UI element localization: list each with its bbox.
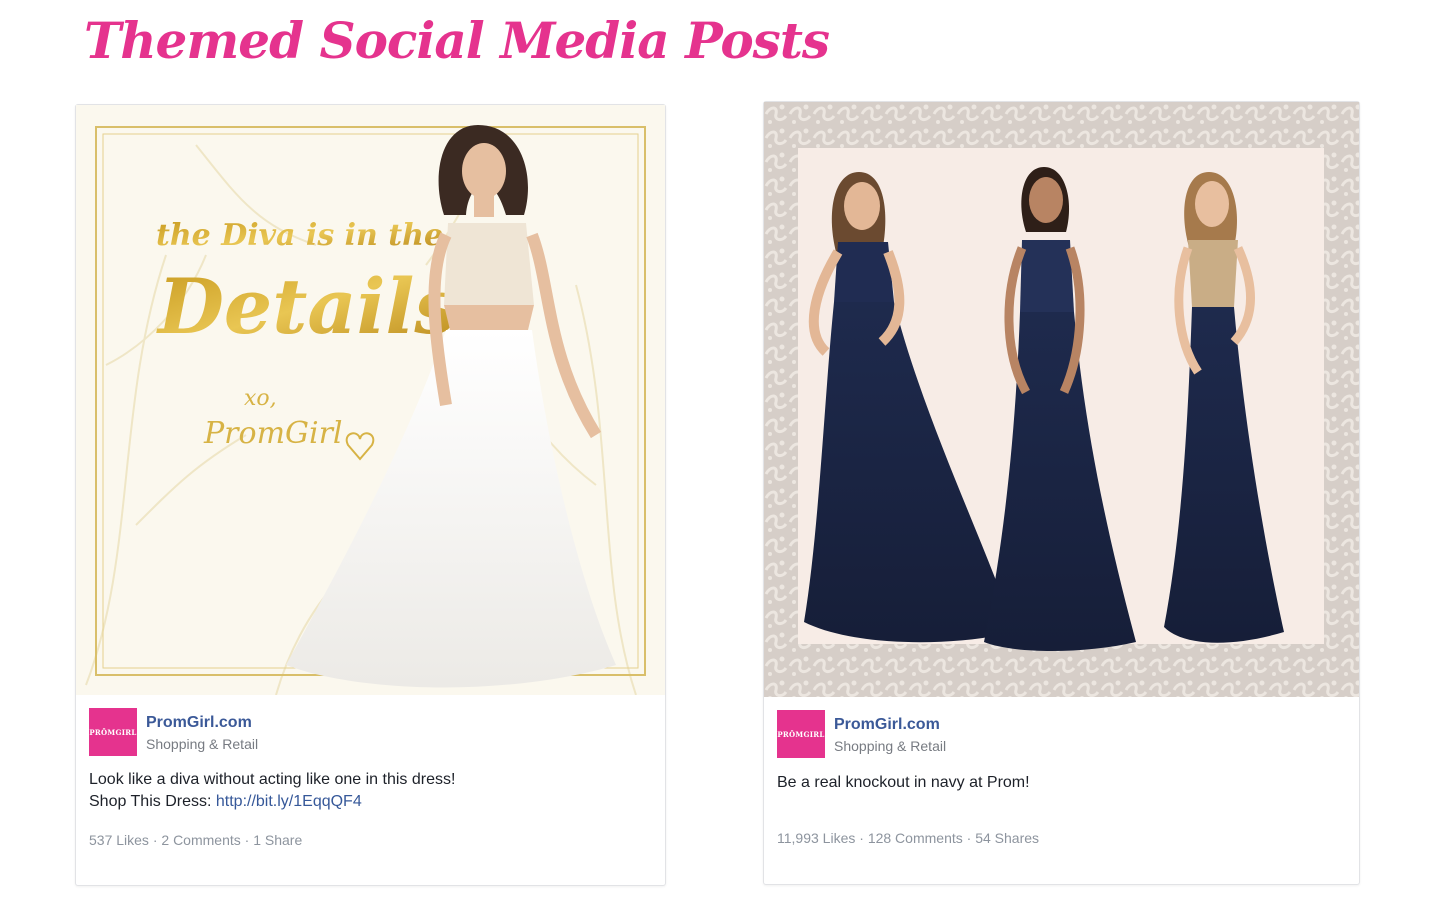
image-title-line1: the Diva is in the (156, 218, 443, 253)
social-post-card: the Diva is in the Details xo, PromGirl … (75, 104, 666, 886)
separator: · (962, 830, 976, 846)
separator: · (240, 832, 254, 848)
post-stats: 11,993 Likes · 128 Comments · 54 Shares (777, 830, 1039, 846)
post-text-line1: Look like a diva without acting like one… (89, 771, 456, 788)
image-signature: PromGirl (203, 416, 343, 451)
page-category: Shopping & Retail (834, 738, 947, 754)
page-category: Shopping & Retail (146, 736, 259, 752)
image-signoff: xo, (244, 386, 277, 411)
social-post-card: PRŌMGIRL PromGirl.com Shopping & Retail … (763, 101, 1360, 885)
shares-count[interactable]: 1 Share (253, 832, 302, 848)
page-avatar[interactable]: PRŌMGIRL (89, 708, 137, 756)
post-body: Be a real knockout in navy at Prom! (777, 772, 1030, 794)
separator: · (855, 830, 868, 846)
post-text-line1: Be a real knockout in navy at Prom! (777, 774, 1030, 791)
comments-count[interactable]: 2 Comments (161, 832, 240, 848)
likes-count[interactable]: 537 Likes (89, 832, 149, 848)
post-stats: 537 Likes · 2 Comments · 1 Share (89, 832, 302, 848)
shares-count[interactable]: 54 Shares (975, 830, 1039, 846)
page-avatar[interactable]: PRŌMGIRL (777, 710, 825, 758)
comments-count[interactable]: 128 Comments (868, 830, 963, 846)
page-name-link[interactable]: PromGirl.com (834, 716, 940, 734)
separator: · (148, 832, 162, 848)
page-title: Themed Social Media Posts (84, 11, 830, 70)
image-title-line2: Details (156, 262, 457, 351)
post-text-line2: Shop This Dress: (89, 793, 216, 810)
post-image[interactable] (764, 102, 1359, 697)
likes-count[interactable]: 11,993 Likes (777, 830, 855, 846)
post-body: Look like a diva without acting like one… (89, 769, 455, 813)
post-image[interactable]: the Diva is in the Details xo, PromGirl (76, 105, 665, 695)
page-name-link[interactable]: PromGirl.com (146, 714, 252, 732)
post-link[interactable]: http://bit.ly/1EqqQF4 (216, 793, 362, 810)
